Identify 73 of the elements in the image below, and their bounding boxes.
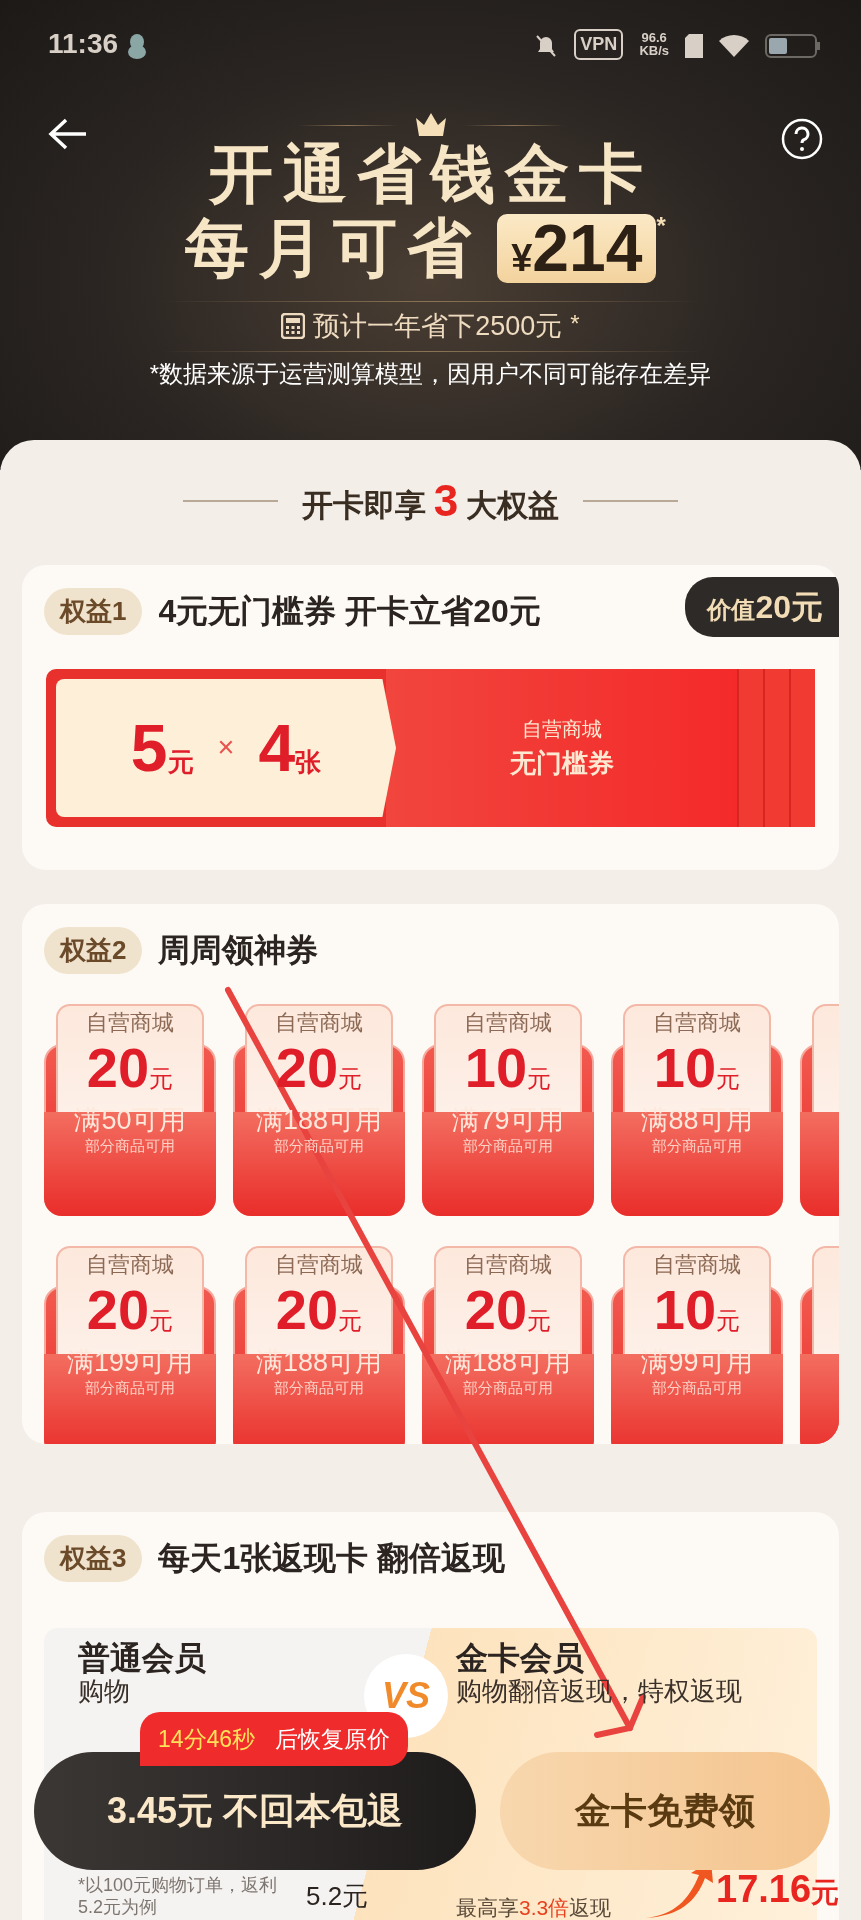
status-time: 11:36 bbox=[48, 27, 119, 61]
coupon-condition: 满79可用 bbox=[452, 1105, 564, 1136]
coupon-condition: 满88可用 bbox=[641, 1105, 753, 1136]
coupon-store: 自营商城 bbox=[653, 1009, 741, 1037]
benefit-tag: 权益2 bbox=[44, 926, 143, 974]
coupon-store: 自营商城 bbox=[653, 1251, 741, 1279]
coupon-store: 自营商城 bbox=[275, 1009, 363, 1037]
coupon-condition: 满188可用 bbox=[255, 1105, 383, 1136]
coupon-condition: 满188可用 bbox=[444, 1347, 572, 1378]
coupon-store: 自营商城 bbox=[86, 1009, 174, 1037]
coupon-note: 部分商品可用 bbox=[274, 1136, 364, 1157]
member-title: 普通会员 bbox=[78, 1640, 206, 1677]
coupon-amount: 20元 bbox=[275, 1039, 363, 1098]
coupon-note: 部分商品可用 bbox=[652, 1136, 742, 1157]
coupon-amount: 10元 bbox=[464, 1039, 552, 1098]
coupon-condition: 满50可用 bbox=[74, 1105, 186, 1136]
countdown-badge: 14分46秒 后恢复原价 bbox=[140, 1712, 409, 1766]
disclaimer-text: *数据来源于运营测算模型，因用户不同可能存在差异 bbox=[149, 358, 712, 389]
coupon-note: 部分商品可用 bbox=[463, 1378, 553, 1399]
calculator-icon bbox=[281, 313, 306, 340]
coupon-amount: 10元 bbox=[653, 1039, 741, 1098]
coupon-condition: 满199可用 bbox=[66, 1347, 194, 1378]
coupon-store: 自营商城 bbox=[275, 1251, 363, 1279]
footnote-mark: * bbox=[656, 211, 676, 240]
value-badge: 价值20元 bbox=[685, 577, 839, 637]
yearly-savings-text: 预计一年省下2500元 bbox=[313, 310, 563, 344]
footnote-mark: * bbox=[570, 309, 580, 340]
benefit-tag: 权益1 bbox=[44, 587, 143, 635]
coupon-store: 自营商城 bbox=[464, 1009, 552, 1037]
voucher-amount: 5元 bbox=[130, 709, 194, 787]
coupon-store: 自营商城 bbox=[464, 1251, 552, 1279]
cashback-amount: 17.16元 bbox=[716, 1870, 839, 1908]
coupon-amount: 20元 bbox=[86, 1281, 174, 1340]
voucher-type: 无门槛券 bbox=[509, 746, 614, 780]
coupon-condition: 满188可用 bbox=[255, 1347, 383, 1378]
voucher-count: 4张 bbox=[258, 709, 322, 787]
voucher-store: 自营商城 bbox=[521, 716, 602, 742]
coupon-note: 部分商品可用 bbox=[652, 1378, 742, 1399]
member-title: 金卡会员 bbox=[456, 1640, 585, 1677]
multiply-sign: × bbox=[217, 730, 235, 766]
network-speed-value: 96.6 bbox=[640, 31, 668, 44]
vpn-indicator: VPN bbox=[574, 28, 624, 60]
coupon-condition: 满99可用 bbox=[641, 1347, 753, 1378]
network-speed-unit: KB/s bbox=[639, 44, 669, 57]
claim-card-button[interactable]: 金卡免费领 bbox=[500, 1752, 830, 1870]
back-button[interactable] bbox=[48, 118, 88, 150]
benefit-title: 4元无门槛券 开卡立省20元 bbox=[158, 592, 541, 631]
help-button[interactable] bbox=[781, 118, 823, 160]
coupon-amount: 20元 bbox=[464, 1281, 552, 1340]
max-cashback-text: 最高享3.3倍返现 bbox=[456, 1895, 612, 1920]
coupon-store: 自营商城 bbox=[86, 1251, 174, 1279]
monthly-savings-label: 每月可省 bbox=[185, 211, 482, 286]
coupon-note: 部分商品可用 bbox=[85, 1136, 175, 1157]
crown-icon bbox=[413, 112, 448, 138]
coupon-amount: 20元 bbox=[275, 1281, 363, 1340]
coupon-amount: 20元 bbox=[86, 1039, 174, 1098]
cashback-amount: 5.2元 bbox=[306, 1882, 369, 1911]
wifi-icon bbox=[719, 34, 749, 57]
member-benefit-text: 购物 bbox=[78, 1676, 131, 1707]
example-note: *以100元购物订单，返利5.2元为例 bbox=[78, 1875, 278, 1919]
coupon-note: 部分商品可用 bbox=[85, 1378, 175, 1399]
benefit-title: 每天1张返现卡 翻倍返现 bbox=[158, 1539, 506, 1578]
savings-amount-badge: ¥214 bbox=[497, 213, 657, 284]
benefit-title: 周周领神券 bbox=[158, 931, 319, 970]
headline-title: 开通省钱金卡 bbox=[208, 138, 653, 212]
battery-icon bbox=[765, 33, 821, 58]
coupon-note: 部分商品可用 bbox=[463, 1136, 553, 1157]
section-heading: 开卡即享 3 大权益 bbox=[301, 475, 560, 527]
sim-icon bbox=[685, 33, 703, 58]
coupon-note: 部分商品可用 bbox=[274, 1378, 364, 1399]
coupon-amount: 10元 bbox=[653, 1281, 741, 1340]
penguin-icon bbox=[126, 31, 149, 60]
benefit-tag: 权益3 bbox=[44, 1534, 143, 1582]
